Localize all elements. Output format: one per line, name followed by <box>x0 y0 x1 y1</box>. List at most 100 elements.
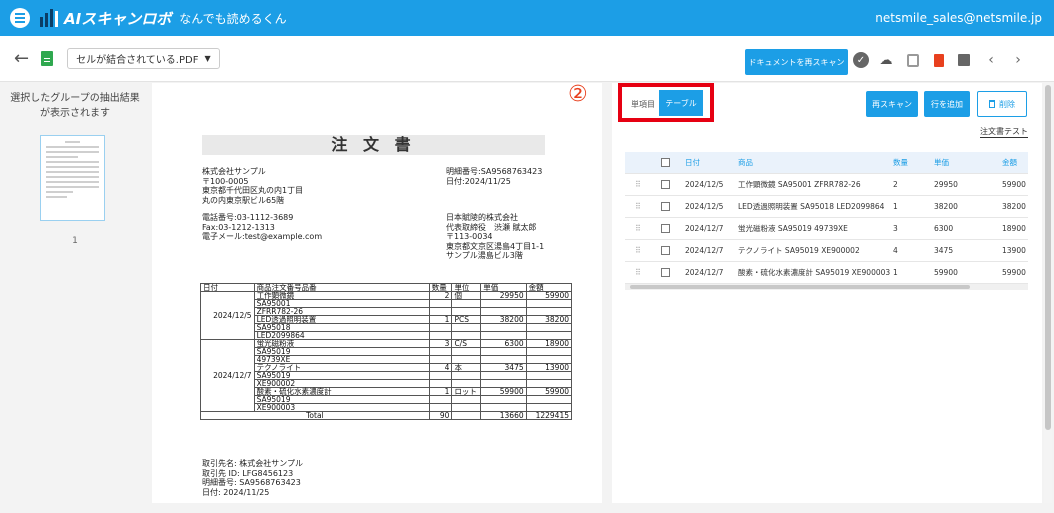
doc-cell: 59900 <box>480 387 527 396</box>
grid-row[interactable]: ⠿ 2024/12/7 酸素・硫化水素濃度計 SA95019 XE900003 1 59… <box>625 262 1028 284</box>
grid-cell[interactable]: 4 <box>893 240 898 262</box>
invoice-meta: 明細番号:SA9568763423 日付:2024/11/25 <box>446 167 542 186</box>
grid-cell[interactable]: 2024/12/7 <box>685 240 723 262</box>
grid-cell[interactable]: 59900 <box>1002 174 1026 196</box>
grid-cell[interactable]: 38200 <box>934 196 958 218</box>
row-checkbox[interactable] <box>661 202 670 211</box>
thumbnail-page-number: 1 <box>72 236 78 246</box>
grid-cell[interactable]: 2024/12/5 <box>685 196 723 218</box>
add-row-button[interactable]: 行を追加 <box>924 91 970 117</box>
grid-header-price[interactable]: 単価 <box>934 152 949 174</box>
grid-cell[interactable]: 2024/12/7 <box>685 262 723 284</box>
grid-cell[interactable]: LED透過照明装置 SA95018 LED2099864 <box>738 196 884 218</box>
order-table: 日付 商品注文番号品番 数量 単位 単価 金額 2024/12/5 工作顕微鏡 2 個… <box>200 283 573 420</box>
doc-cell: 38200 <box>525 315 573 324</box>
grid-row[interactable]: ⠿ 2024/12/7 テクノライト SA95019 XE900002 4 3475 13… <box>625 240 1028 262</box>
grid-cell[interactable]: 蛍光磁粉液 SA95019 49739XE <box>738 218 848 240</box>
check-circle-icon[interactable]: ✓ <box>853 52 869 68</box>
doc-line: 電子メール:test@example.com <box>202 232 323 241</box>
grid-cell[interactable]: 38200 <box>1002 196 1026 218</box>
doc-cell: 個 <box>451 291 482 300</box>
grid-row[interactable]: ⠿ 2024/12/5 工作顕微鏡 SA95001 ZFRR782-26 2 29950… <box>625 174 1028 196</box>
drag-handle-icon[interactable]: ⠿ <box>635 196 641 218</box>
doc-line: 代表取締役 渋瀬 賦太郎 <box>446 222 537 232</box>
doc-cell <box>525 323 573 332</box>
grid-header-date[interactable]: 日付 <box>685 152 700 174</box>
grid-cell[interactable]: 2024/12/5 <box>685 174 723 196</box>
doc-cell <box>451 347 482 356</box>
grid-cell[interactable]: 13900 <box>1002 240 1026 262</box>
extraction-panel <box>612 83 1042 503</box>
doc-line: 丸の内東京駅ビル65階 <box>202 195 285 205</box>
cloud-download-icon[interactable]: ☁ <box>878 52 894 68</box>
app-subtitle: なんでも読めるくん <box>179 11 287 26</box>
menu-icon[interactable] <box>10 8 30 28</box>
grid-cell[interactable]: 2 <box>893 174 898 196</box>
arrow-left-icon[interactable]: ← <box>14 48 29 69</box>
document-title: 注 文 書 <box>202 135 545 155</box>
user-email[interactable]: netsmile_sales@netsmile.jp <box>875 11 1042 25</box>
row-checkbox[interactable] <box>661 268 670 277</box>
grid-cell[interactable]: 3475 <box>934 240 953 262</box>
grid-cell[interactable]: テクノライト SA95019 XE900002 <box>738 240 860 262</box>
doc-cell: 29950 <box>480 291 527 300</box>
doc-cell: 59900 <box>525 387 573 396</box>
grid-cell[interactable]: 6300 <box>934 218 953 240</box>
doc-cell: 本 <box>451 363 482 372</box>
document-type-link[interactable]: 注文書テスト <box>980 126 1028 138</box>
doc-cell: 13900 <box>525 363 573 372</box>
grid-cell[interactable]: 29950 <box>934 174 958 196</box>
drag-handle-icon[interactable]: ⠿ <box>635 218 641 240</box>
delete-button-label: 削除 <box>999 99 1015 109</box>
chevron-right-icon[interactable]: › <box>1010 52 1026 68</box>
doc-total-cell: 13660 <box>480 411 527 420</box>
grid-cell[interactable]: 2024/12/7 <box>685 218 723 240</box>
drag-handle-icon[interactable]: ⠿ <box>635 240 641 262</box>
drag-handle-icon[interactable]: ⠿ <box>635 262 641 284</box>
doc-line: 取引先名: 株式会社サンプル <box>202 459 303 468</box>
doc-cell <box>451 299 482 308</box>
save-icon[interactable] <box>905 52 921 68</box>
grid-cell[interactable]: 1 <box>893 196 898 218</box>
comment-icon[interactable] <box>956 52 972 68</box>
select-all-checkbox[interactable] <box>661 158 670 167</box>
grid-row[interactable]: ⠿ 2024/12/5 LED透過照明装置 SA95018 LED2099864 1 3… <box>625 196 1028 218</box>
drag-handle-icon[interactable]: ⠿ <box>635 174 641 196</box>
row-checkbox[interactable] <box>661 180 670 189</box>
file-select[interactable]: セルが結合されている.PDF ▼ <box>67 48 220 69</box>
doc-cell: 1 <box>428 387 453 396</box>
doc-cell: ロット <box>451 387 482 396</box>
row-checkbox[interactable] <box>661 224 670 233</box>
doc-cell: C/S <box>451 339 482 348</box>
doc-cell <box>428 395 453 404</box>
scrollbar-thumb[interactable] <box>630 285 970 289</box>
grid-horizontal-scrollbar[interactable] <box>625 284 1028 290</box>
grid-row[interactable]: ⠿ 2024/12/7 蛍光磁粉液 SA95019 49739XE 3 6300 1890… <box>625 218 1028 240</box>
doc-cell <box>480 299 527 308</box>
grid-cell[interactable]: 18900 <box>1002 218 1026 240</box>
doc-line: 株式会社サンプル <box>202 167 266 176</box>
chevron-left-icon[interactable]: ‹ <box>983 52 999 68</box>
grid-header-qty[interactable]: 数量 <box>893 152 908 174</box>
page-thumbnail[interactable] <box>40 135 105 221</box>
grid-cell[interactable]: 59900 <box>1002 262 1026 284</box>
grid-cell[interactable]: 3 <box>893 218 898 240</box>
doc-line: 明細番号: SA9568763423 <box>202 478 301 487</box>
grid-cell[interactable]: 1 <box>893 262 898 284</box>
rescan-button[interactable]: 再スキャン <box>866 91 918 117</box>
file-icon <box>41 51 54 66</box>
grid-cell[interactable]: 工作顕微鏡 SA95001 ZFRR782-26 <box>738 174 861 196</box>
rescan-document-button[interactable]: ドキュメントを再スキャン <box>745 49 848 75</box>
grid-header-amount[interactable]: 金額 <box>1002 152 1017 174</box>
row-checkbox[interactable] <box>661 246 670 255</box>
annotation-number: ② <box>568 82 588 107</box>
grid-cell[interactable]: 酸素・硫化水素濃度計 SA95019 XE900003 <box>738 262 890 284</box>
grid-header-item[interactable]: 商品 <box>738 152 753 174</box>
delete-button[interactable]: 削除 <box>977 91 1027 117</box>
vertical-scrollbar[interactable] <box>1044 83 1052 503</box>
scrollbar-thumb[interactable] <box>1045 85 1051 430</box>
trash-icon[interactable] <box>931 52 947 68</box>
document-preview: 注 文 書 株式会社サンプル 〒100-0005 東京都千代田区丸の内1丁目 丸… <box>152 83 602 503</box>
grid-cell[interactable]: 59900 <box>934 262 958 284</box>
thumbnail-panel: 選択したグループの抽出結果が表示されます 1 <box>0 83 150 503</box>
